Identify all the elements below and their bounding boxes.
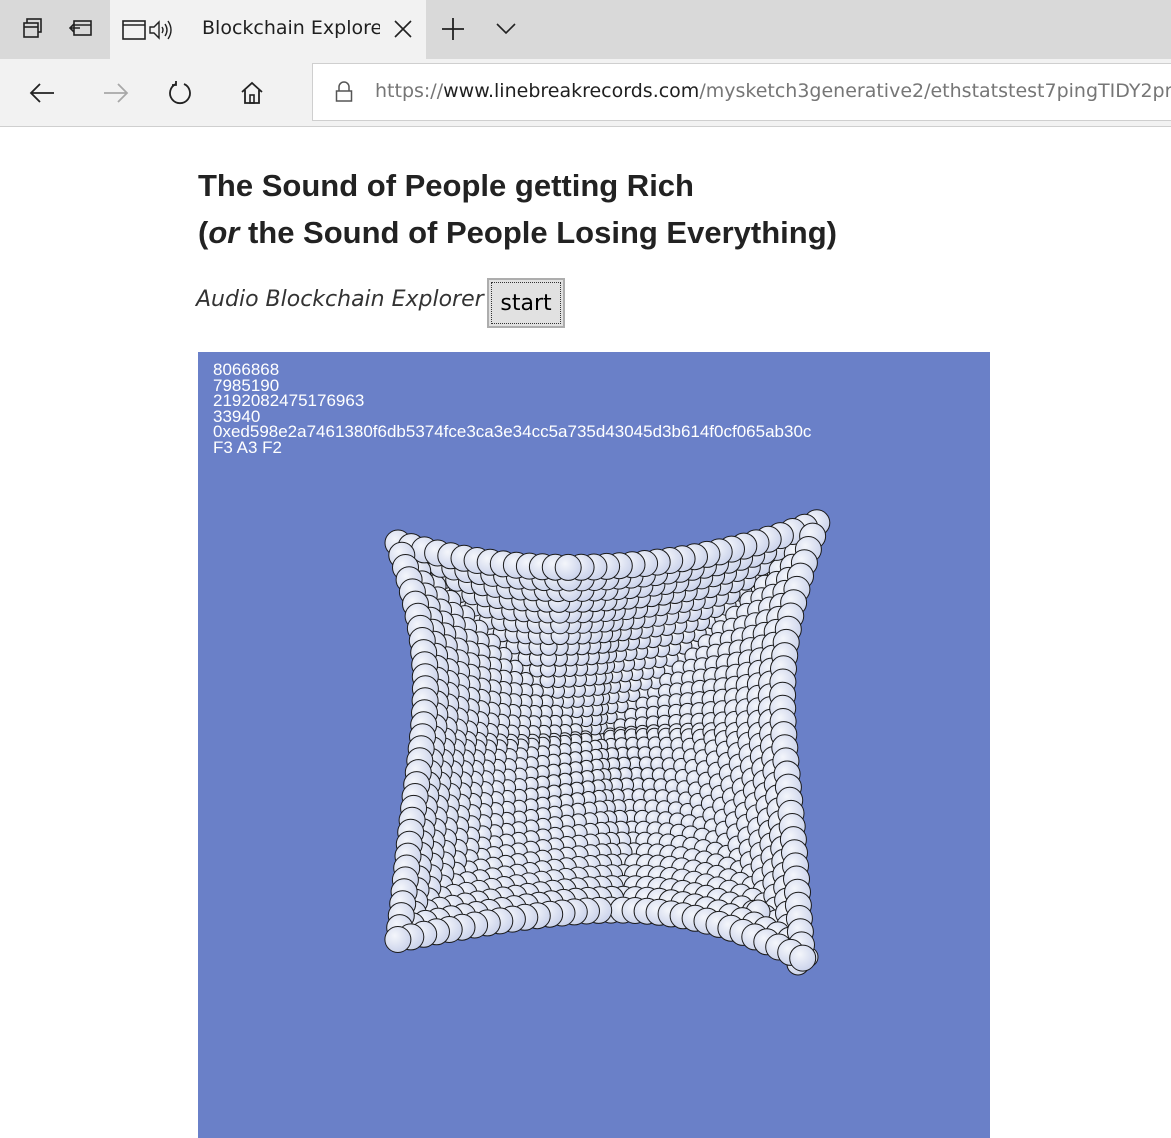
sphere [789,944,817,972]
url-domain: www.linebreakrecords.com [443,80,700,102]
block-stats: 8066868 7985190 2192082475176963 33940 0… [213,360,812,457]
refresh-icon[interactable] [160,73,200,113]
close-icon[interactable] [392,18,414,44]
tab-list-chevron-icon[interactable] [494,18,518,42]
speaker-icon[interactable] [148,19,174,45]
stat-notes: F3 A3 F2 [213,437,282,457]
set-aside-tabs-icon[interactable] [66,8,96,48]
start-button[interactable]: start [487,278,565,328]
sketch-canvas[interactable]: 8066868 7985190 2192082475176963 33940 0… [198,352,990,1138]
page-title-line2: (or the Sound of People Losing Everythin… [198,215,837,250]
stat-block-number: 8066868 [213,360,280,379]
sphere [554,553,582,581]
url-text[interactable]: https://www.linebreakrecords.com/mysketc… [375,80,1171,102]
url-path: /mysketch3generative2/ethstatstest7pingT… [699,80,1171,102]
page-title-line1: The Sound of People getting Rich [198,168,694,203]
stat-value-3: 2192082475176963 [213,391,365,410]
page-icon [122,20,146,44]
url-scheme: https:// [375,80,444,102]
lock-icon[interactable] [335,81,353,107]
sphere-mesh [384,509,831,976]
page-title: The Sound of People getting Rich (or the… [198,162,837,256]
tab-preview-icon[interactable] [18,8,48,48]
navigation-bar: https://www.linebreakrecords.com/mysketc… [0,59,1171,127]
tab-bar: Blockchain Explorer [0,0,1171,59]
forward-arrow-icon[interactable] [96,73,136,113]
tab-active[interactable]: Blockchain Explorer [110,0,426,59]
subtitle: Audio Blockchain Explorer [196,287,484,312]
back-arrow-icon[interactable] [22,73,62,113]
tab-title: Blockchain Explorer [202,17,380,39]
sphere [384,926,412,953]
stat-block-hash: 0xed598e2a7461380f6db5374fce3ca3e34cc5a7… [213,422,812,441]
home-icon[interactable] [232,73,272,113]
address-bar[interactable]: https://www.linebreakrecords.com/mysketc… [312,63,1171,121]
new-tab-icon[interactable] [440,16,466,46]
